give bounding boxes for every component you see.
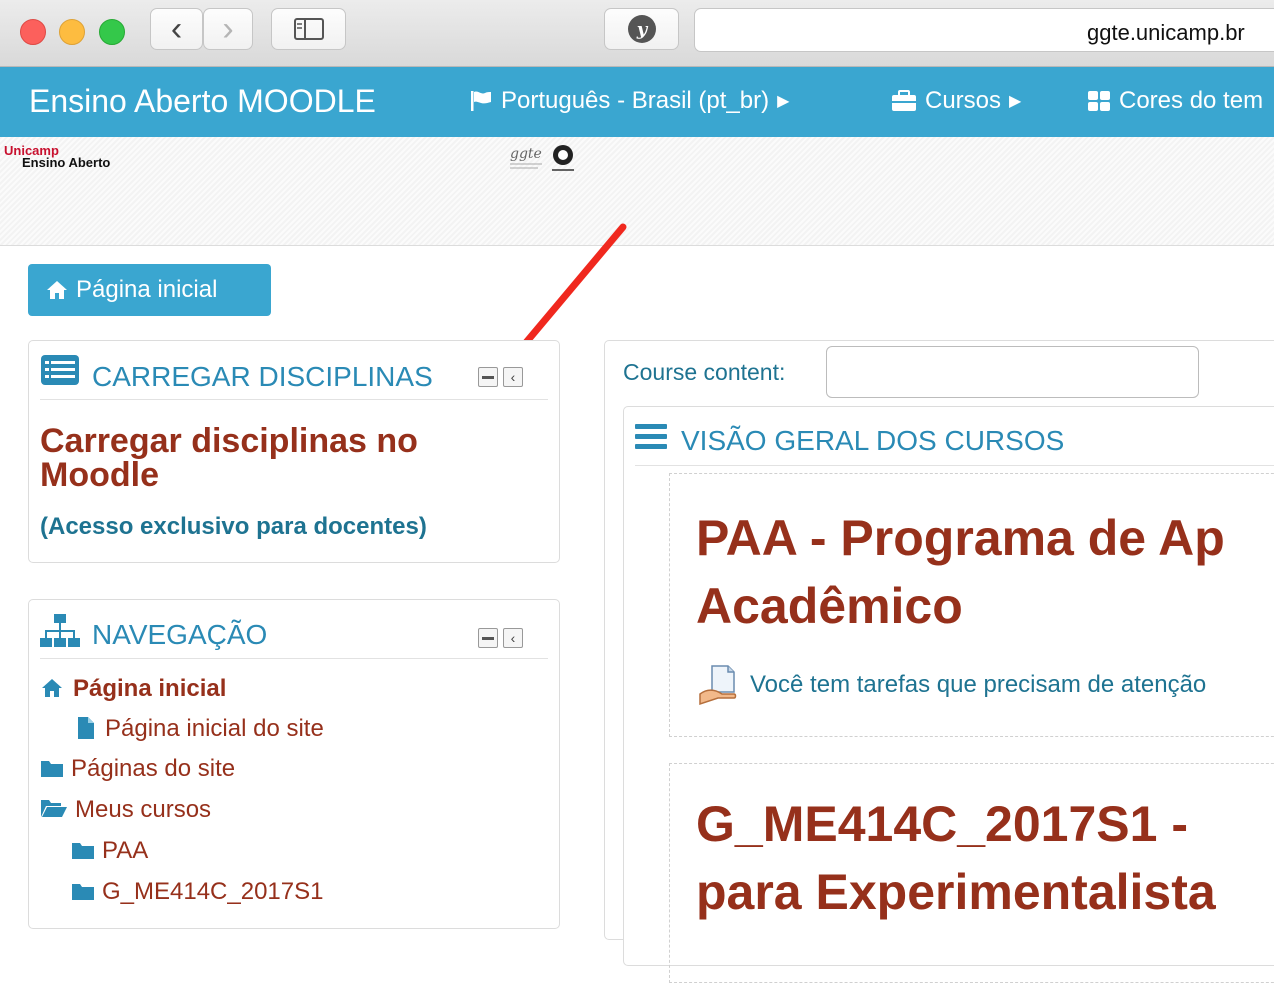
- extension-button[interactable]: y: [604, 8, 679, 50]
- divider: [40, 399, 548, 400]
- dock-block-button[interactable]: ‹: [503, 628, 523, 648]
- theme-colors-label: Cores do tem: [1119, 87, 1264, 114]
- svg-text:y: y: [635, 19, 648, 40]
- language-label: Português - Brasil (pt_br): [501, 87, 770, 114]
- course-card: PAA - Programa de Ap Acadêmico Você tem …: [669, 473, 1274, 737]
- docents-only-note: (Acesso exclusivo para docentes): [40, 513, 427, 540]
- back-button[interactable]: ‹: [150, 8, 203, 50]
- sidebar-icon: [293, 18, 324, 40]
- sitemap-icon: [40, 614, 80, 647]
- close-window-button[interactable]: [20, 19, 46, 45]
- list-icon: [41, 355, 79, 385]
- address-bar[interactable]: ggte.unicamp.br: [694, 8, 1274, 52]
- nav-item-site-home[interactable]: Página inicial do site: [105, 715, 324, 743]
- upload-courses-block: CARREGAR DISCIPLINAS ‹ Carregar discipli…: [28, 340, 560, 563]
- upload-heading[interactable]: Carregar disciplinas no Moodle: [40, 424, 418, 492]
- zoom-window-button[interactable]: [99, 19, 125, 45]
- collapse-block-button[interactable]: [478, 628, 498, 648]
- flag-icon: [471, 91, 491, 111]
- top-navbar: Ensino Aberto MOODLE Português - Brasil …: [0, 67, 1274, 137]
- collapse-block-button[interactable]: [478, 367, 498, 387]
- course-title-line2: para Experimentalista: [696, 864, 1216, 920]
- navigation-block: NAVEGAÇÃO ‹ Página inicial Página inicia…: [28, 599, 560, 929]
- file-icon: [78, 717, 94, 739]
- courses-menu[interactable]: Cursos ▶: [891, 87, 1021, 115]
- block-title: CARREGAR DISCIPLINAS: [92, 361, 433, 392]
- course-title-line1: PAA - Programa de Ap: [696, 510, 1225, 566]
- nav-item-course[interactable]: PAA: [102, 837, 148, 865]
- pending-tasks-link[interactable]: Você tem tarefas que precisam de atenção: [750, 671, 1206, 699]
- home-icon: [42, 679, 62, 697]
- svg-text:ggte: ggte: [510, 146, 542, 162]
- y-extension-icon: y: [627, 15, 656, 43]
- course-title[interactable]: PAA - Programa de Ap Acadêmico: [696, 504, 1225, 640]
- nav-item-my-courses[interactable]: Meus cursos: [75, 796, 211, 824]
- upload-heading-line2: Moodle: [40, 456, 159, 494]
- briefcase-icon: [892, 90, 916, 111]
- home-icon: [47, 281, 67, 299]
- course-card: G_ME414C_2017S1 - para Experimentalista: [669, 763, 1274, 983]
- grid-icon: [1088, 91, 1110, 111]
- caret-right-icon: ▶: [1009, 93, 1022, 110]
- sidebar-toggle-button[interactable]: [271, 8, 346, 50]
- minimize-window-button[interactable]: [59, 19, 85, 45]
- nav-item-home[interactable]: Página inicial: [73, 675, 226, 703]
- folder-icon: [41, 761, 63, 777]
- forward-button[interactable]: ›: [203, 8, 253, 50]
- overview-title: VISÃO GERAL DOS CURSOS: [681, 425, 1065, 456]
- dock-block-button[interactable]: ‹: [503, 367, 523, 387]
- home-button[interactable]: Página inicial: [28, 264, 271, 316]
- home-button-label: Página inicial: [76, 276, 218, 303]
- course-title[interactable]: G_ME414C_2017S1 - para Experimentalista: [696, 790, 1216, 926]
- ensino-aberto-logo-text: Ensino Aberto: [22, 155, 111, 170]
- language-menu[interactable]: Português - Brasil (pt_br) ▶: [469, 87, 789, 115]
- url-text: ggte.unicamp.br: [1087, 20, 1245, 45]
- chevron-left-icon: ‹: [510, 630, 516, 646]
- divider: [635, 465, 1274, 466]
- course-overview-block: VISÃO GERAL DOS CURSOS PAA - Programa de…: [623, 406, 1274, 983]
- folder-icon: [72, 843, 94, 859]
- course-search-label: Course content:: [623, 359, 786, 385]
- theme-colors-menu[interactable]: Cores do tem: [1087, 87, 1263, 115]
- main-content-region: Course content: VISÃO GERAL DOS CURSOS P…: [604, 340, 1274, 983]
- nav-item-course[interactable]: G_ME414C_2017S1: [102, 878, 323, 906]
- ggte-logo-icon: ggte: [510, 145, 574, 171]
- assignment-hand-icon: [699, 665, 737, 706]
- course-title-line2: Acadêmico: [696, 578, 963, 634]
- folder-open-icon: [41, 800, 67, 817]
- site-brand[interactable]: Ensino Aberto MOODLE: [29, 83, 376, 120]
- chevron-left-icon: ‹: [510, 369, 516, 385]
- folder-icon: [72, 884, 94, 900]
- caret-right-icon: ▶: [777, 93, 790, 110]
- upload-heading-line1: Carregar disciplinas no: [40, 422, 418, 460]
- divider: [40, 658, 548, 659]
- browser-toolbar: ‹ › y ggte.unicamp.br: [0, 0, 1274, 67]
- nav-item-site-pages[interactable]: Páginas do site: [71, 755, 235, 783]
- menu-icon: [635, 424, 667, 449]
- chevron-left-icon: ‹: [170, 10, 183, 48]
- course-title-line1: G_ME414C_2017S1 -: [696, 796, 1188, 852]
- block-title: NAVEGAÇÃO: [92, 619, 268, 650]
- courses-label: Cursos: [925, 87, 1002, 114]
- chevron-right-icon: ›: [222, 10, 234, 48]
- course-search-input[interactable]: [826, 346, 1199, 398]
